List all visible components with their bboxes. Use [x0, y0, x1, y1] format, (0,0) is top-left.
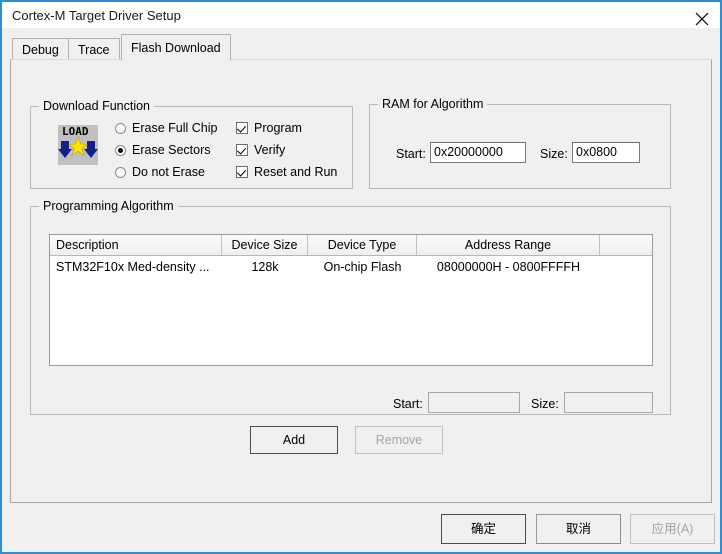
load-icon: LOAD: [58, 125, 98, 165]
checkbox-verify[interactable]: Verify: [236, 143, 285, 157]
add-button[interactable]: Add: [250, 426, 338, 454]
column-header-description[interactable]: Description: [50, 235, 222, 255]
ram-for-algorithm-legend: RAM for Algorithm: [378, 97, 488, 111]
column-header-device-size[interactable]: Device Size: [222, 235, 308, 255]
dialog-client-area: Debug Trace Flash Download Download Func…: [2, 28, 720, 550]
cell-address-range: 08000000H - 0800FFFFH: [436, 260, 581, 274]
cancel-button[interactable]: 取消: [536, 514, 621, 544]
checkbox-verify-indicator: [236, 144, 248, 156]
checkbox-reset-and-run-label: Reset and Run: [254, 165, 338, 179]
radio-erase-sectors-indicator: [115, 144, 126, 156]
add-button-label: Add: [282, 433, 306, 447]
checkbox-program-indicator: [236, 122, 248, 134]
remove-button[interactable]: Remove: [355, 426, 443, 454]
radio-do-not-erase[interactable]: Do not Erase: [115, 165, 205, 179]
apply-button-label: 应用(A): [651, 522, 694, 536]
checkbox-reset-and-run[interactable]: Reset and Run: [236, 165, 337, 179]
window-title: Cortex-M Target Driver Setup: [12, 8, 181, 23]
tab-trace[interactable]: Trace: [68, 38, 120, 60]
ram-start-label: Start:: [396, 147, 426, 161]
remove-button-label: Remove: [375, 433, 423, 447]
cancel-button-label: 取消: [565, 522, 591, 536]
radio-erase-sectors-label: Erase Sectors: [132, 143, 211, 157]
close-icon: [695, 12, 709, 26]
radio-erase-sectors[interactable]: Erase Sectors: [115, 143, 211, 157]
dialog-window: Cortex-M Target Driver Setup Debug Trace…: [0, 0, 722, 554]
close-button[interactable]: [680, 4, 720, 30]
apply-button[interactable]: 应用(A): [630, 514, 715, 544]
programming-algorithm-table[interactable]: Description Device Size Device Type Addr…: [49, 234, 653, 366]
radio-erase-full-chip[interactable]: Erase Full Chip: [115, 121, 217, 135]
cell-device-size: 128k: [251, 260, 279, 274]
column-header-address-range[interactable]: Address Range: [417, 235, 600, 255]
table-row[interactable]: STM32F10x Med-density ... 128k On-chip F…: [50, 256, 652, 278]
radio-do-not-erase-label: Do not Erase: [132, 165, 205, 179]
radio-do-not-erase-indicator: [115, 166, 126, 178]
radio-erase-full-chip-indicator: [115, 122, 126, 134]
cell-description: STM32F10x Med-density ...: [56, 260, 210, 274]
programming-algorithm-group: Programming Algorithm Description Device…: [30, 199, 671, 415]
algorithm-size-input[interactable]: [564, 392, 653, 413]
tab-debug[interactable]: Debug: [12, 38, 69, 60]
algorithm-start-input[interactable]: [428, 392, 520, 413]
checkbox-program[interactable]: Program: [236, 121, 302, 135]
ok-button-label: 确定: [470, 522, 496, 536]
programming-algorithm-legend: Programming Algorithm: [39, 199, 178, 213]
ram-for-algorithm-group: RAM for Algorithm Start: 0x20000000 Size…: [369, 97, 671, 189]
column-header-spacer[interactable]: [600, 235, 652, 255]
algorithm-size-label: Size:: [531, 397, 559, 411]
algorithm-start-label: Start:: [393, 397, 423, 411]
ok-button[interactable]: 确定: [441, 514, 526, 544]
tab-flash-download[interactable]: Flash Download: [121, 34, 231, 61]
cell-device-type: On-chip Flash: [323, 260, 402, 274]
ram-size-input[interactable]: 0x0800: [572, 142, 640, 163]
title-bar: Cortex-M Target Driver Setup: [2, 0, 720, 30]
radio-erase-full-chip-label: Erase Full Chip: [132, 121, 218, 135]
checkbox-reset-and-run-indicator: [236, 166, 248, 178]
checkbox-program-label: Program: [254, 121, 302, 135]
ram-size-label: Size:: [540, 147, 568, 161]
footer-separator: [2, 505, 720, 506]
download-function-legend: Download Function: [39, 99, 155, 113]
ram-start-input[interactable]: 0x20000000: [430, 142, 526, 163]
download-function-group: Download Function LOAD Erase Full Chip E: [30, 99, 353, 189]
table-header-row: Description Device Size Device Type Addr…: [50, 235, 652, 256]
tab-panel-flash-download: Download Function LOAD Erase Full Chip E: [10, 59, 712, 503]
column-header-device-type[interactable]: Device Type: [308, 235, 417, 255]
checkbox-verify-label: Verify: [254, 143, 286, 157]
